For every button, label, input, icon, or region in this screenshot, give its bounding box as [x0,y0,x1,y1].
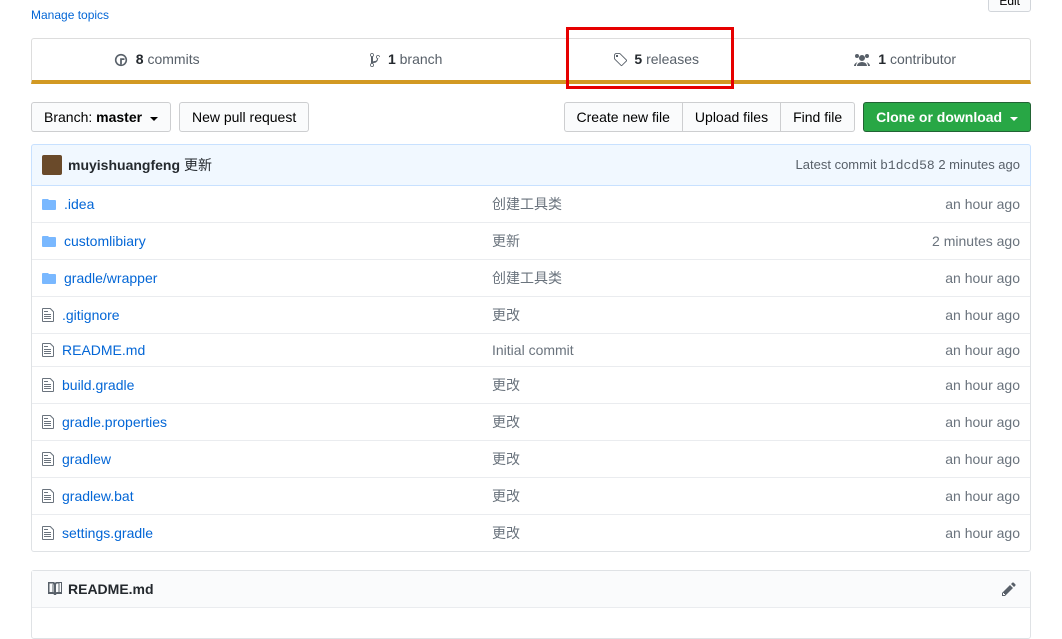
folder-icon [42,197,56,211]
file-icon [42,377,54,393]
people-icon [854,54,870,66]
releases-tab[interactable]: 5 releases [531,39,781,80]
commit-message-cell[interactable]: 创建工具类 [492,268,880,288]
file-row: gradle.properties 更改an hour ago [32,403,1030,440]
file-row: gradlew 更改an hour ago [32,440,1030,477]
file-link[interactable]: gradle.properties [62,414,167,430]
avatar[interactable] [42,155,62,175]
commits-label: commits [147,51,199,67]
file-link[interactable]: settings.gradle [62,525,153,541]
file-icon [42,307,54,323]
file-list: .idea创建工具类an hour agocustomlibiary更新2 mi… [31,186,1031,552]
book-icon [46,581,62,597]
file-link[interactable]: gradlew [62,451,111,467]
file-age: an hour ago [880,270,1020,286]
commit-message-cell[interactable]: 更改 [492,449,880,469]
file-age: 2 minutes ago [880,233,1020,249]
file-age: an hour ago [880,196,1020,212]
new-pull-request-button[interactable]: New pull request [179,102,309,132]
commit-message-cell[interactable]: 更改 [492,412,880,432]
file-age: an hour ago [880,451,1020,467]
file-link[interactable]: gradlew.bat [62,488,134,504]
tag-icon [613,52,627,68]
file-age: an hour ago [880,342,1020,358]
pencil-icon[interactable] [1002,581,1016,597]
commits-count: 8 [136,51,144,67]
path-suffix[interactable]: /wrapper [103,270,157,286]
file-link[interactable]: build.gradle [62,377,134,393]
file-toolbar: Branch: master New pull request Create n… [31,102,1031,132]
file-row: build.gradle 更改an hour ago [32,366,1030,403]
latest-commit-bar: muyishuangfeng 更新 Latest commit b1dcd58 … [31,144,1031,186]
file-row: gradlew.bat 更改an hour ago [32,477,1030,514]
contributors-count: 1 [878,51,886,67]
directory-link[interactable]: customlibiary [64,233,146,249]
latest-commit-prefix: Latest commit [796,157,877,172]
commit-message-cell[interactable]: 更新 [492,231,880,251]
repo-stats-bar: 8 commits 1 branch 5 releases 1 contribu… [31,38,1031,84]
chevron-down-icon [150,117,158,121]
file-icon [42,414,54,430]
create-new-file-button[interactable]: Create new file [564,102,683,132]
history-icon [114,53,128,67]
file-row: gradle/wrapper 创建工具类an hour ago [32,259,1030,296]
readme-title: README.md [68,581,154,597]
branch-name: master [96,109,142,125]
directory-link[interactable]: gradle/wrapper [64,270,157,286]
commit-message-cell[interactable]: 更改 [492,375,880,395]
contributors-tab[interactable]: 1 contributor [781,39,1031,80]
file-link[interactable]: README.md [62,342,145,358]
commit-message-cell[interactable]: 更改 [492,305,880,325]
releases-label: releases [646,51,699,67]
file-age: an hour ago [880,377,1020,393]
branch-icon [370,52,380,68]
branch-select-button[interactable]: Branch: master [31,102,171,132]
file-age: an hour ago [880,488,1020,504]
branch-prefix: Branch: [44,109,92,125]
file-row: customlibiary 更新2 minutes ago [32,222,1030,259]
file-icon [42,488,54,504]
contributors-label: contributor [890,51,956,67]
file-icon [42,525,54,541]
file-link[interactable]: .gitignore [62,307,120,323]
clone-download-button[interactable]: Clone or download [863,102,1031,132]
folder-icon [42,234,56,248]
branches-count: 1 [388,51,396,67]
file-icon [42,451,54,467]
clone-label: Clone or download [876,109,1002,125]
manage-topics-link[interactable]: Manage topics [31,8,109,22]
file-row: README.md Initial commitan hour ago [32,333,1030,366]
commit-message-cell[interactable]: 创建工具类 [492,194,880,214]
file-row: .gitignore 更改an hour ago [32,296,1030,333]
file-age: an hour ago [880,307,1020,323]
file-row: settings.gradle 更改an hour ago [32,514,1030,551]
commit-message[interactable]: 更新 [184,155,212,175]
file-row: .idea 创建工具类an hour ago [32,186,1030,222]
commit-message-cell[interactable]: 更改 [492,486,880,506]
folder-icon [42,271,56,285]
readme-box: README.md [31,570,1031,639]
commit-author[interactable]: muyishuangfeng [68,157,180,173]
file-age: an hour ago [880,414,1020,430]
chevron-down-icon [1010,117,1018,121]
releases-count: 5 [634,51,642,67]
branches-tab[interactable]: 1 branch [282,39,532,80]
commit-sha[interactable]: b1dcd58 [880,158,935,173]
edit-button[interactable]: Edit [988,0,1031,12]
directory-link[interactable]: .idea [64,196,94,212]
branches-label: branch [400,51,443,67]
commit-message-cell[interactable]: 更改 [492,523,880,543]
file-age: an hour ago [880,525,1020,541]
find-file-button[interactable]: Find file [780,102,855,132]
file-icon [42,342,54,358]
commit-age: 2 minutes ago [938,157,1020,172]
commits-tab[interactable]: 8 commits [32,39,282,80]
upload-files-button[interactable]: Upload files [682,102,781,132]
commit-message-cell[interactable]: Initial commit [492,342,880,358]
